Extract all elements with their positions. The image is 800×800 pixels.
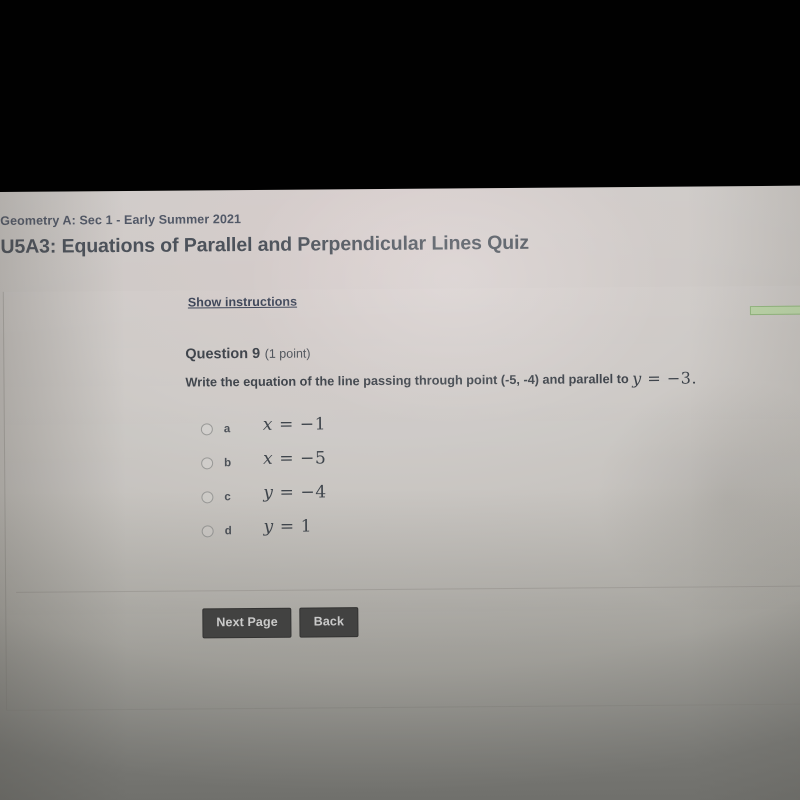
section-divider [16, 585, 800, 593]
option-math-a: x = −1 [263, 414, 326, 434]
option-row-b[interactable]: b x = −5 [201, 448, 501, 484]
question-math-remainder: = −3. [641, 368, 698, 388]
option-math-variable-b: x [263, 448, 274, 469]
option-math-remainder-a: = −1 [272, 414, 327, 435]
radio-button-b[interactable] [201, 457, 214, 470]
option-math-b: x = −5 [263, 448, 326, 468]
option-row-d[interactable]: d y = 1 [201, 516, 502, 552]
question-number: Question 9 [185, 345, 261, 363]
option-letter-c: c [224, 491, 231, 504]
option-math-variable-a: x [262, 414, 274, 435]
quiz-card: Show instructions Question 9 (1 point) W… [2, 285, 800, 711]
option-math-c: y = −4 [263, 482, 326, 502]
radio-button-d[interactable] [201, 525, 214, 538]
course-breadcrumb: Geometry A: Sec 1 - Early Summer 2021 [0, 212, 242, 228]
option-math-variable-c: y [263, 482, 274, 503]
option-letter-b: b [224, 457, 232, 470]
page-title: U5A3: Equations of Parallel and Perpendi… [0, 231, 530, 258]
photo-of-screen: Geometry A: Sec 1 - Early Summer 2021 U5… [0, 0, 800, 800]
answer-options-list: a x = −1 b x = −5 c y = −4 d y = 1 [200, 414, 502, 552]
question-text: Write the equation of the line passing t… [185, 368, 697, 391]
option-math-remainder-b: = −5 [273, 448, 327, 469]
question-points: (1 point) [264, 346, 311, 361]
option-row-c[interactable]: c y = −4 [201, 482, 501, 518]
question-math-expression: y = −3. [632, 368, 697, 388]
question-header: Question 9 (1 point) [185, 345, 310, 364]
letterbox-black-bar [0, 0, 800, 197]
radio-button-c[interactable] [201, 491, 214, 504]
option-math-variable-d: y [263, 516, 274, 537]
navigation-buttons: Next Page Back [202, 607, 359, 638]
option-letter-d: d [224, 525, 232, 538]
question-text-prose: Write the equation of the line passing t… [185, 372, 629, 390]
screen-content: Geometry A: Sec 1 - Early Summer 2021 U5… [0, 185, 800, 800]
option-row-a[interactable]: a x = −1 [200, 414, 501, 450]
option-math-d: y = 1 [264, 517, 313, 537]
option-math-remainder-d: = 1 [273, 516, 313, 537]
question-math-variable: y [632, 368, 642, 388]
back-button[interactable]: Back [299, 607, 359, 638]
next-page-button[interactable]: Next Page [202, 607, 292, 638]
option-letter-a: a [223, 423, 231, 436]
option-math-remainder-c: = −4 [273, 482, 327, 503]
show-instructions-link[interactable]: Show instructions [188, 295, 297, 310]
radio-button-a[interactable] [200, 423, 213, 436]
